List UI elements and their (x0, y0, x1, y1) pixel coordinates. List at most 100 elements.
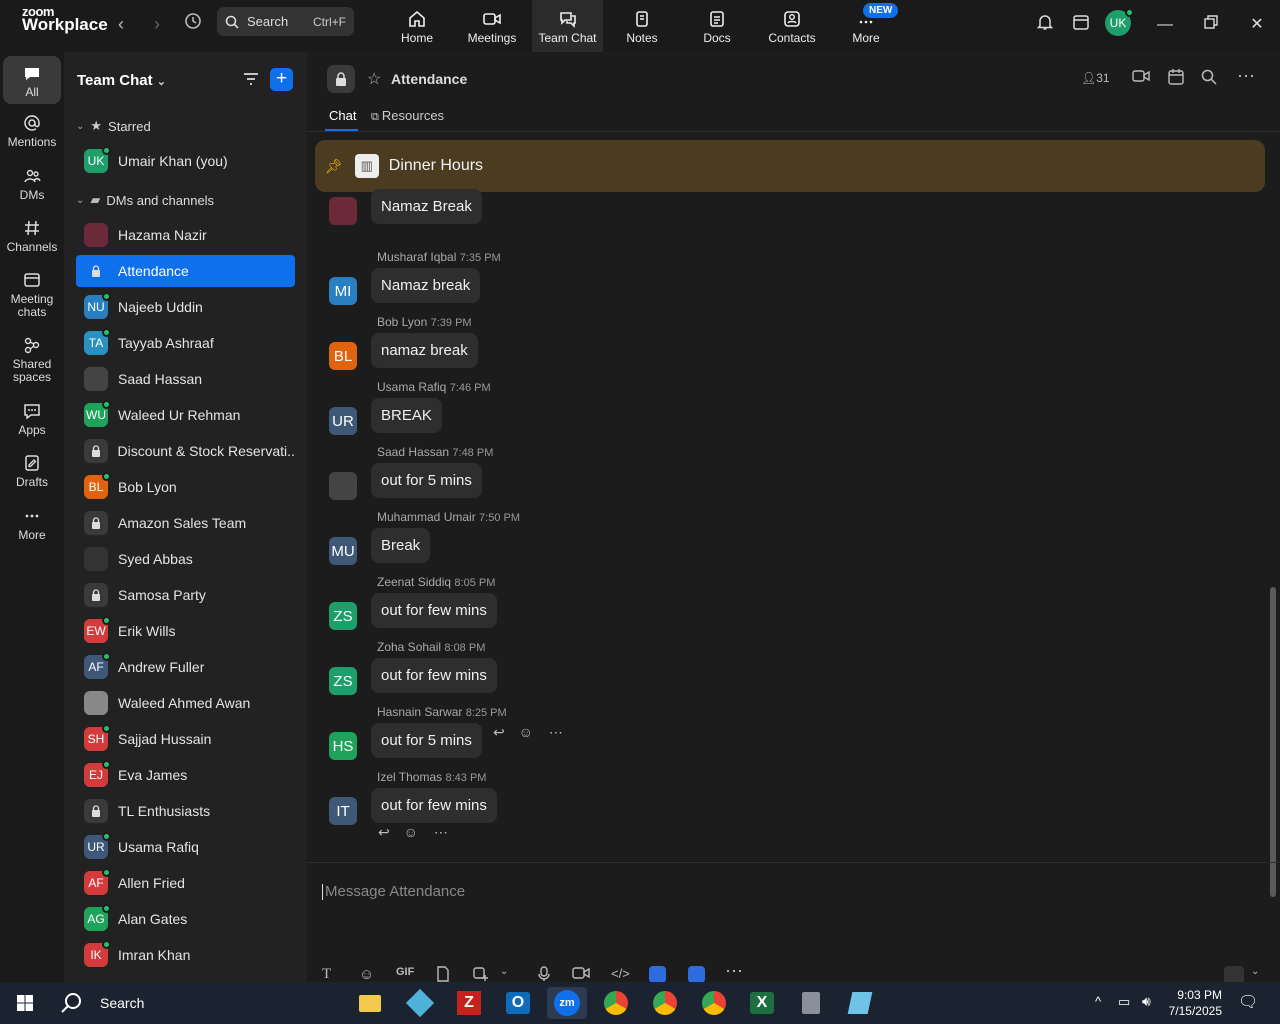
avatar[interactable]: IT (329, 797, 357, 825)
reply-icon[interactable]: ↩ (378, 824, 390, 840)
sidebar-item[interactable]: Waleed Ahmed Awan (76, 687, 295, 719)
message-author[interactable]: Izel Thomas (377, 770, 442, 784)
sidebar-item[interactable]: Saad Hassan (76, 363, 295, 395)
search-icon[interactable] (1201, 69, 1217, 90)
chat-message[interactable]: Saad Hassan 7:48 PM out for 5 mins (329, 445, 929, 505)
starred-group[interactable]: ⌄ ★ Starred (76, 118, 151, 134)
rail-shared-spaces[interactable]: Shared spaces (3, 336, 61, 384)
forward-icon[interactable]: › (145, 12, 169, 36)
sidebar-item[interactable]: Hazama Nazir (76, 219, 295, 251)
channel-title[interactable]: Attendance (391, 71, 467, 87)
message-bubble[interactable]: out for few mins (371, 593, 497, 628)
message-author[interactable]: Hasnain Sarwar (377, 705, 462, 719)
new-chat-button[interactable]: + (270, 68, 293, 91)
message-author[interactable]: Bob Lyon (377, 315, 427, 329)
zoom-taskbar-icon[interactable]: zm (547, 987, 587, 1019)
sidebar-item[interactable]: IK Imran Khan (76, 939, 295, 971)
bell-icon[interactable] (1033, 13, 1057, 37)
avatar[interactable]: ZS (329, 667, 357, 695)
sidebar-item[interactable]: TL Enthusiasts (76, 795, 295, 827)
tab-more[interactable]: NEW More (830, 0, 902, 52)
sidebar-item-umair-khan[interactable]: UK Umair Khan (you) (76, 145, 295, 177)
more-options-icon[interactable]: ⋯ (725, 961, 743, 982)
message-author[interactable]: Muhammad Umair (377, 510, 476, 524)
star-outline-icon[interactable]: ☆ (367, 69, 381, 89)
more-options-icon[interactable]: ⋯ (434, 824, 448, 840)
sidebar-item[interactable]: TA Tayyab Ashraaf (76, 327, 295, 359)
tab-home[interactable]: Home (381, 0, 453, 52)
chat-message[interactable]: MU Muhammad Umair 7:50 PM Break (329, 510, 929, 570)
calculator-icon[interactable] (794, 987, 828, 1019)
emoji-icon[interactable]: ☺ (519, 724, 533, 740)
avatar[interactable] (329, 472, 357, 500)
chat-message[interactable]: BL Bob Lyon 7:39 PM namaz break (329, 315, 929, 375)
restore-icon[interactable] (1199, 13, 1223, 37)
reply-icon[interactable]: ↩ (493, 724, 505, 740)
chat-message[interactable]: Namaz Break (329, 185, 929, 245)
calendar-app-icon[interactable] (1069, 13, 1093, 37)
code-snippet-icon[interactable]: </> (611, 966, 630, 981)
more-options-icon[interactable]: ⋯ (1237, 66, 1255, 87)
message-author[interactable]: Saad Hassan (377, 445, 449, 459)
minimize-icon[interactable]: — (1153, 13, 1177, 37)
avatar[interactable]: UR (329, 407, 357, 435)
avatar[interactable]: HS (329, 732, 357, 760)
avatar[interactable]: MU (329, 537, 357, 565)
message-author[interactable]: Zoha Sohail (377, 640, 441, 654)
tab-notes[interactable]: Notes (606, 0, 678, 52)
member-count[interactable]: 👤︎31 (1081, 71, 1110, 85)
sidebar-item[interactable]: EJ Eva James (76, 759, 295, 791)
filter-icon[interactable] (242, 70, 260, 93)
tab-chat[interactable]: Chat (329, 108, 356, 123)
speaker-icon[interactable]: 🔊︎ (1142, 993, 1151, 1010)
message-bubble[interactable]: out for 5 mins (371, 463, 482, 498)
more-options-icon[interactable]: ⋯ (549, 724, 563, 740)
rail-all[interactable]: All (3, 56, 61, 104)
excel-icon[interactable]: X (745, 987, 779, 1019)
chrome-icon[interactable] (599, 987, 633, 1019)
app-integration-icon[interactable] (649, 966, 666, 983)
message-bubble[interactable]: out for 5 mins (371, 723, 482, 758)
message-bubble[interactable]: out for few mins (371, 658, 497, 693)
sidebar-item[interactable]: EW Erik Wills (76, 615, 295, 647)
calendar-icon[interactable] (1167, 68, 1185, 91)
history-icon[interactable] (181, 12, 205, 36)
sidebar-item[interactable]: BL Bob Lyon (76, 471, 295, 503)
tab-contacts[interactable]: Contacts (756, 0, 828, 52)
sidebar-item[interactable]: Syed Abbas (76, 543, 295, 575)
network-icon[interactable]: ▭ (1118, 994, 1130, 1010)
system-clock[interactable]: 9:03 PM 7/15/2025 (1168, 987, 1222, 1019)
sidebar-item[interactable]: WU Waleed Ur Rehman (76, 399, 295, 431)
rail-drafts[interactable]: Drafts (3, 454, 61, 489)
video-call-icon[interactable] (1132, 69, 1150, 88)
sidebar-item[interactable]: Attendance (76, 255, 295, 287)
avatar[interactable] (329, 197, 357, 225)
taskbar-search[interactable]: Search (60, 991, 144, 1015)
tab-meetings[interactable]: Meetings (456, 0, 528, 52)
back-icon[interactable]: ‹ (109, 12, 133, 36)
scrollbar[interactable] (1270, 587, 1276, 897)
zoom-app-icon[interactable] (688, 966, 705, 983)
filezilla-icon[interactable]: Z (452, 987, 486, 1019)
message-bubble[interactable]: out for few mins (371, 788, 497, 823)
rail-apps[interactable]: Apps (3, 402, 61, 437)
video-message-icon[interactable] (572, 966, 590, 983)
user-avatar[interactable]: UK (1105, 8, 1134, 36)
message-author[interactable]: Zeenat Siddiq (377, 575, 451, 589)
rail-dms[interactable]: DMs (3, 167, 61, 202)
gif-button[interactable]: GIF (396, 966, 414, 978)
message-bubble[interactable]: Namaz Break (371, 189, 482, 224)
notepad-icon[interactable] (843, 987, 877, 1019)
message-bubble[interactable]: Break (371, 528, 431, 563)
chevron-up-icon[interactable]: ^ (1095, 994, 1101, 1009)
message-bubble[interactable]: namaz break (371, 333, 478, 368)
rail-meeting-chats[interactable]: Meeting chats (3, 271, 61, 319)
windows-start-icon[interactable] (8, 987, 42, 1019)
avatar[interactable]: ZS (329, 602, 357, 630)
emoji-icon[interactable]: ☺ (359, 966, 374, 983)
sidebar-item[interactable]: AF Allen Fried (76, 867, 295, 899)
chrome-icon[interactable] (648, 987, 682, 1019)
avatar[interactable]: MI (329, 277, 357, 305)
sidebar-item[interactable]: AG Alan Gates (76, 903, 295, 935)
rail-mentions[interactable]: Mentions (3, 114, 61, 149)
